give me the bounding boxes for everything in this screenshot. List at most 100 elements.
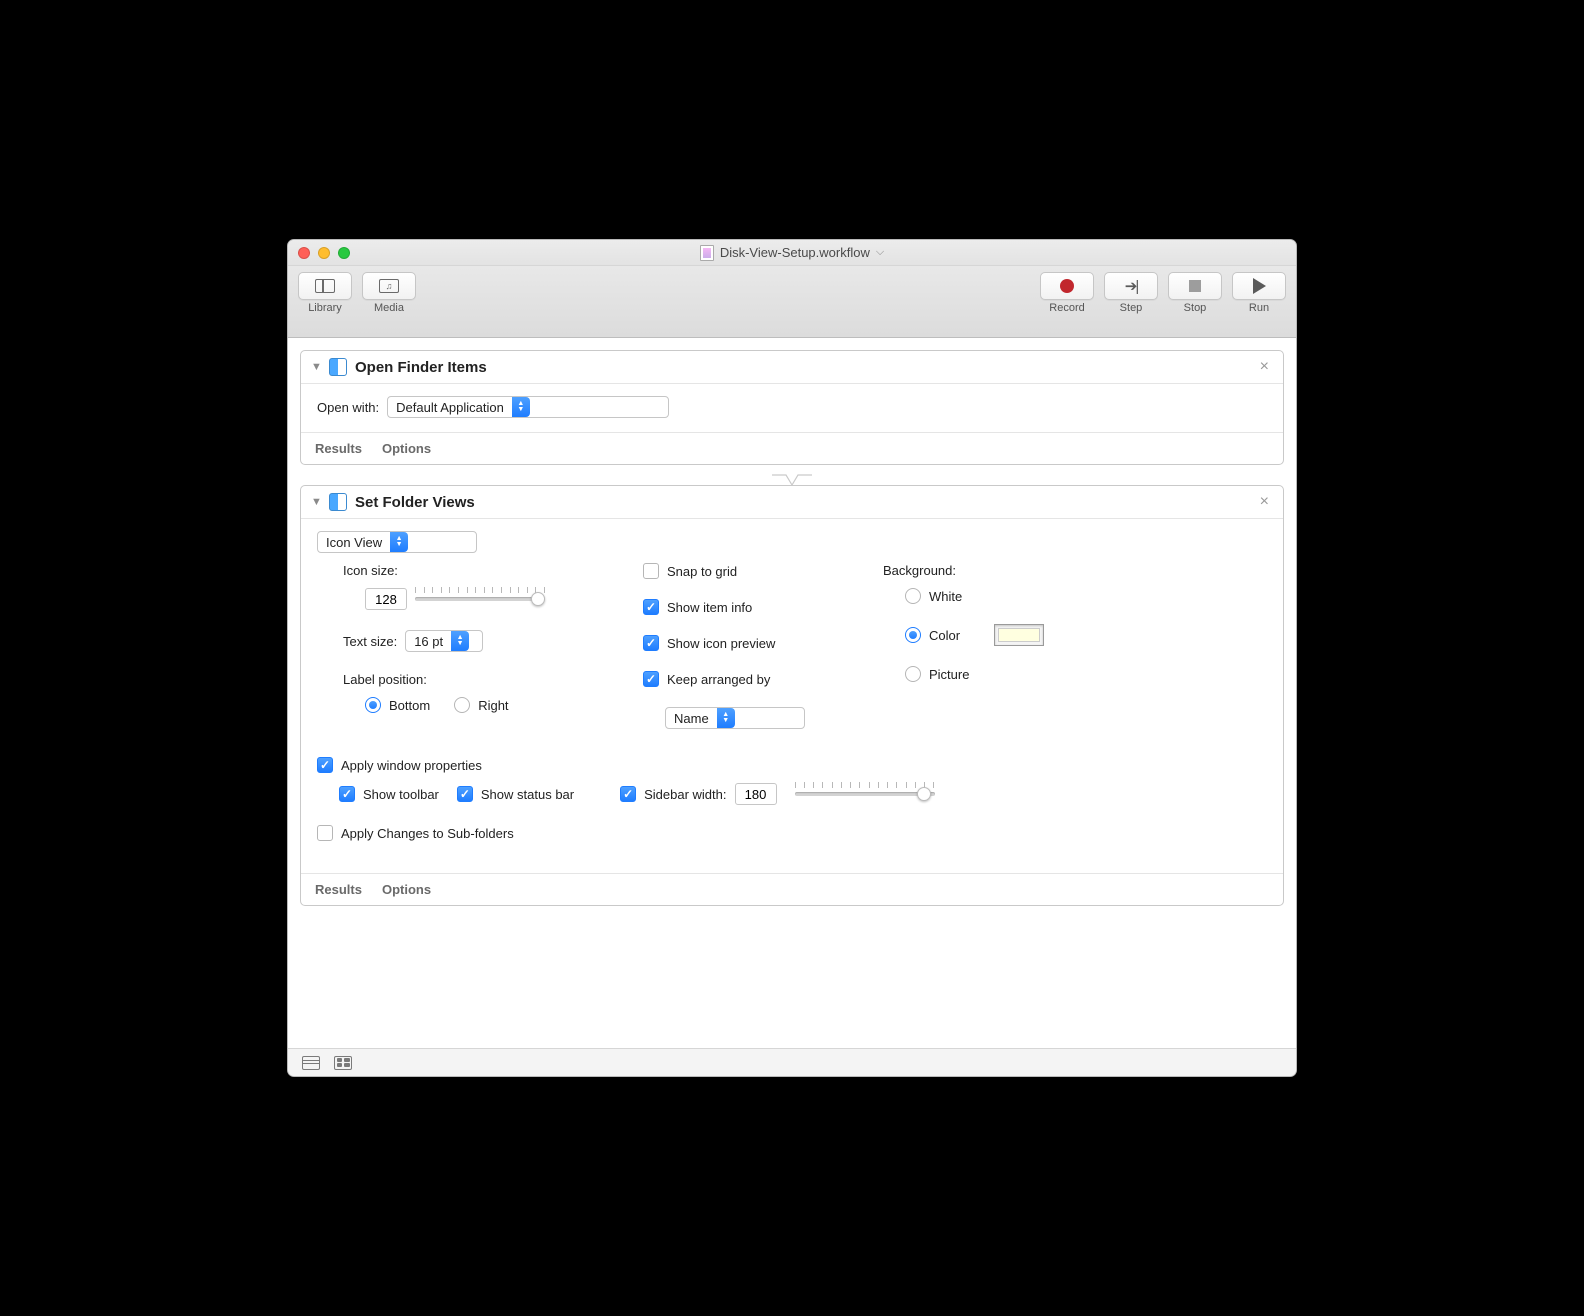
finder-icon xyxy=(329,493,347,511)
bg-white-radio[interactable] xyxy=(905,588,921,604)
status-bar xyxy=(288,1048,1296,1076)
sidebar-width-checkbox[interactable] xyxy=(620,786,636,802)
show-status-bar-label[interactable]: Show status bar xyxy=(481,787,574,802)
app-window: Disk-View-Setup.workflow ⌵ Library ♫ Med… xyxy=(287,239,1297,1077)
icon-size-input[interactable] xyxy=(365,588,407,610)
results-tab[interactable]: Results xyxy=(315,882,362,897)
zoom-window-button[interactable] xyxy=(338,247,350,259)
show-item-info-label[interactable]: Show item info xyxy=(667,600,752,615)
label-pos-right-radio[interactable] xyxy=(454,697,470,713)
workflow-canvas[interactable]: ▼ Open Finder Items × Open with: Default… xyxy=(288,338,1296,1048)
popup-arrows-icon: ▲▼ xyxy=(390,532,408,552)
library-button[interactable] xyxy=(298,272,352,300)
action-open-finder-items: ▼ Open Finder Items × Open with: Default… xyxy=(300,350,1284,465)
popup-arrows-icon: ▲▼ xyxy=(717,708,735,728)
apply-subfolders-checkbox[interactable] xyxy=(317,825,333,841)
label-pos-right[interactable]: Right xyxy=(478,698,508,713)
remove-action-button[interactable]: × xyxy=(1256,493,1273,511)
bg-picture-label[interactable]: Picture xyxy=(929,667,969,682)
step-button[interactable]: ➔| xyxy=(1104,272,1158,300)
variables-view-button[interactable] xyxy=(334,1056,352,1070)
show-toolbar-label[interactable]: Show toolbar xyxy=(363,787,439,802)
titlebar: Disk-View-Setup.workflow ⌵ xyxy=(288,240,1296,266)
snap-to-grid-checkbox[interactable] xyxy=(643,563,659,579)
show-toolbar-checkbox[interactable] xyxy=(339,786,355,802)
finder-icon xyxy=(329,358,347,376)
label-pos-bottom-radio[interactable] xyxy=(365,697,381,713)
window-controls xyxy=(298,247,350,259)
sidebar-width-input[interactable] xyxy=(735,783,777,805)
open-with-value: Default Application xyxy=(396,400,504,415)
view-mode-popup[interactable]: Icon View ▲▼ xyxy=(317,531,477,553)
popup-arrows-icon: ▲▼ xyxy=(451,631,469,651)
options-tab[interactable]: Options xyxy=(382,882,431,897)
view-mode-value: Icon View xyxy=(326,535,382,550)
action-footer: Results Options xyxy=(301,432,1283,464)
apply-subfolders-label[interactable]: Apply Changes to Sub-folders xyxy=(341,826,514,841)
action-header[interactable]: ▼ Set Folder Views × xyxy=(301,486,1283,519)
icon-size-slider[interactable] xyxy=(415,589,545,609)
keep-arranged-label[interactable]: Keep arranged by xyxy=(667,672,770,687)
stop-label: Stop xyxy=(1184,302,1207,314)
text-size-value: 16 pt xyxy=(414,634,443,649)
keep-arranged-checkbox[interactable] xyxy=(643,671,659,687)
label-pos-bottom[interactable]: Bottom xyxy=(389,698,430,713)
apply-window-props-checkbox[interactable] xyxy=(317,757,333,773)
run-label: Run xyxy=(1249,302,1269,314)
step-label: Step xyxy=(1120,302,1143,314)
bg-picture-radio[interactable] xyxy=(905,666,921,682)
results-tab[interactable]: Results xyxy=(315,441,362,456)
disclosure-triangle-icon[interactable]: ▼ xyxy=(311,496,321,508)
background-label: Background: xyxy=(883,563,1123,578)
close-window-button[interactable] xyxy=(298,247,310,259)
disclosure-triangle-icon[interactable]: ▼ xyxy=(311,361,321,373)
label-position-label: Label position: xyxy=(343,672,623,687)
apply-window-props-label[interactable]: Apply window properties xyxy=(341,758,482,773)
remove-action-button[interactable]: × xyxy=(1256,358,1273,376)
arrange-by-popup[interactable]: Name ▲▼ xyxy=(665,707,805,729)
arrange-by-value: Name xyxy=(674,711,709,726)
options-tab[interactable]: Options xyxy=(382,441,431,456)
record-button[interactable] xyxy=(1040,272,1094,300)
bg-white-label[interactable]: White xyxy=(929,589,962,604)
icon-size-label: Icon size: xyxy=(343,563,623,578)
action-header[interactable]: ▼ Open Finder Items × xyxy=(301,351,1283,384)
library-icon xyxy=(315,279,335,293)
stop-icon xyxy=(1189,280,1201,292)
bg-color-well[interactable] xyxy=(994,624,1044,646)
bg-color-label[interactable]: Color xyxy=(929,628,960,643)
log-view-button[interactable] xyxy=(302,1056,320,1070)
action-title: Open Finder Items xyxy=(355,359,487,376)
run-button[interactable] xyxy=(1232,272,1286,300)
slider-thumb[interactable] xyxy=(917,787,931,801)
sidebar-width-slider[interactable] xyxy=(795,784,935,804)
document-title[interactable]: Disk-View-Setup.workflow ⌵ xyxy=(700,245,884,261)
sidebar-width-label[interactable]: Sidebar width: xyxy=(644,787,726,802)
minimize-window-button[interactable] xyxy=(318,247,330,259)
open-with-popup[interactable]: Default Application ▲▼ xyxy=(387,396,669,418)
action-footer: Results Options xyxy=(301,873,1283,905)
show-status-bar-checkbox[interactable] xyxy=(457,786,473,802)
record-label: Record xyxy=(1049,302,1084,314)
toolbar: Library ♫ Media Record ➔| Step xyxy=(288,266,1296,338)
media-label: Media xyxy=(374,302,404,314)
popup-arrows-icon: ▲▼ xyxy=(512,397,530,417)
text-size-popup[interactable]: 16 pt ▲▼ xyxy=(405,630,483,652)
text-size-label: Text size: xyxy=(343,634,397,649)
play-icon xyxy=(1253,278,1266,294)
action-title: Set Folder Views xyxy=(355,494,475,511)
stop-button[interactable] xyxy=(1168,272,1222,300)
library-label: Library xyxy=(308,302,342,314)
media-icon: ♫ xyxy=(379,279,399,293)
record-icon xyxy=(1060,279,1074,293)
slider-thumb[interactable] xyxy=(531,592,545,606)
color-swatch xyxy=(998,628,1040,642)
show-item-info-checkbox[interactable] xyxy=(643,599,659,615)
show-icon-preview-checkbox[interactable] xyxy=(643,635,659,651)
snap-to-grid-label[interactable]: Snap to grid xyxy=(667,564,737,579)
show-icon-preview-label[interactable]: Show icon preview xyxy=(667,636,775,651)
media-button[interactable]: ♫ xyxy=(362,272,416,300)
bg-color-radio[interactable] xyxy=(905,627,921,643)
action-set-folder-views: ▼ Set Folder Views × Icon View ▲▼ Icon s… xyxy=(300,485,1284,906)
step-icon: ➔| xyxy=(1125,277,1137,295)
